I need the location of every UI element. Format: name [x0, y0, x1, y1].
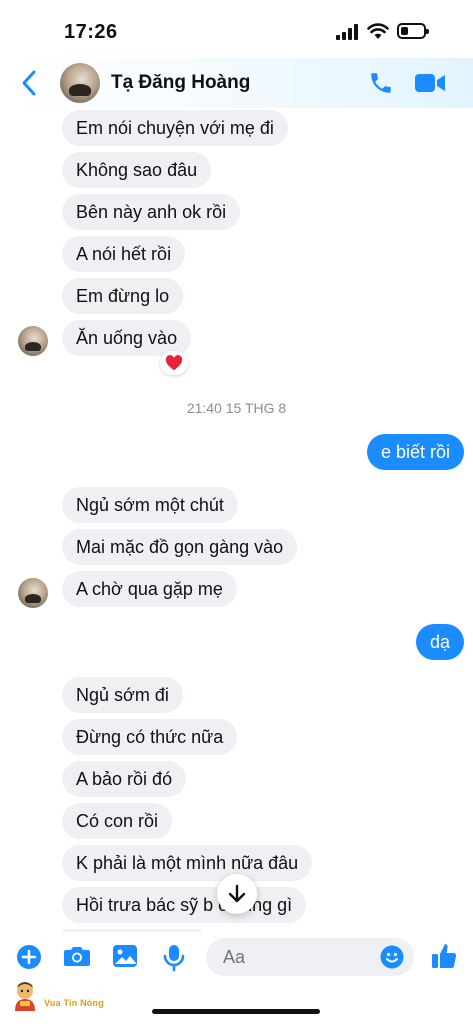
message-bubble-incoming[interactable]: K phải là một mình nữa đâu — [62, 845, 313, 881]
contact-avatar[interactable] — [60, 63, 100, 103]
status-time: 17:26 — [64, 21, 118, 43]
sender-avatar[interactable] — [18, 578, 48, 608]
back-arrow-icon[interactable] — [20, 69, 40, 97]
message-bubble-incoming[interactable]: A bảo rồi đó — [62, 761, 187, 797]
wifi-icon — [367, 23, 389, 39]
message-bubble-incoming[interactable]: Mai mặc đồ gọn gàng vào — [62, 529, 298, 565]
message-bubble-incoming[interactable]: A chờ qua gặp mẹ — [62, 571, 237, 607]
message-bubble-incoming[interactable]: Ngủ sớm một chút — [62, 487, 238, 523]
message-bubble-incoming[interactable]: Hồi trưa bác sỹ b ổ sung gì — [62, 887, 307, 923]
message-bubble-incoming[interactable]: Có con rồi — [62, 803, 173, 839]
message-bubble-incoming[interactable]: Đừng có thức nữa — [62, 719, 238, 755]
message-bubble-incoming[interactable]: Ngủ sớm đi — [62, 677, 183, 713]
cellular-signal-icon — [336, 24, 360, 40]
image-icon[interactable] — [112, 944, 138, 968]
video-camera-icon[interactable] — [414, 72, 446, 94]
heart-icon — [165, 355, 183, 371]
battery-icon — [397, 23, 429, 39]
heart-reaction[interactable] — [160, 351, 188, 375]
watermark-logo: Vua Tin Nóng — [8, 980, 128, 1016]
thumbs-up-icon[interactable] — [431, 942, 457, 970]
message-bubble-incoming[interactable]: Em đừng lo — [62, 278, 184, 314]
message-bubble-outgoing[interactable]: e biết rồi — [366, 434, 464, 470]
message-input-placeholder: Aa — [223, 947, 246, 967]
phone-icon[interactable] — [368, 70, 394, 96]
message-timestamp: 21:40 15 THG 8 — [186, 400, 287, 416]
mascot-logo-icon — [15, 982, 35, 1011]
emoji-icon[interactable] — [380, 945, 404, 969]
message-bubble-outgoing[interactable]: dạ — [415, 624, 464, 660]
message-bubble-incoming[interactable]: Em nói chuyện với mẹ đi — [62, 110, 288, 146]
sender-avatar[interactable] — [18, 326, 48, 356]
message-composer: Aa Vua Tin Nóng — [0, 932, 473, 1024]
contact-name[interactable]: Tạ Đăng Hoàng — [111, 72, 250, 94]
message-bubble-incoming[interactable]: Không sao đâu — [62, 152, 212, 188]
watermark-text: Vua Tin Nóng — [44, 998, 104, 1008]
scroll-to-bottom-button[interactable] — [217, 874, 257, 914]
status-bar: 17:26 — [0, 0, 473, 60]
plus-icon[interactable] — [16, 944, 42, 970]
chat-header: Tạ Đăng Hoàng — [0, 58, 473, 108]
arrow-down-icon — [228, 884, 246, 903]
camera-icon[interactable] — [63, 944, 91, 968]
message-bubble-incoming[interactable]: Bên này anh ok rồi — [62, 194, 241, 230]
home-indicator — [152, 1009, 320, 1014]
microphone-icon[interactable] — [163, 944, 185, 972]
message-bubble-incoming[interactable]: A nói hết rồi — [62, 236, 186, 272]
message-input[interactable]: Aa — [206, 938, 414, 976]
